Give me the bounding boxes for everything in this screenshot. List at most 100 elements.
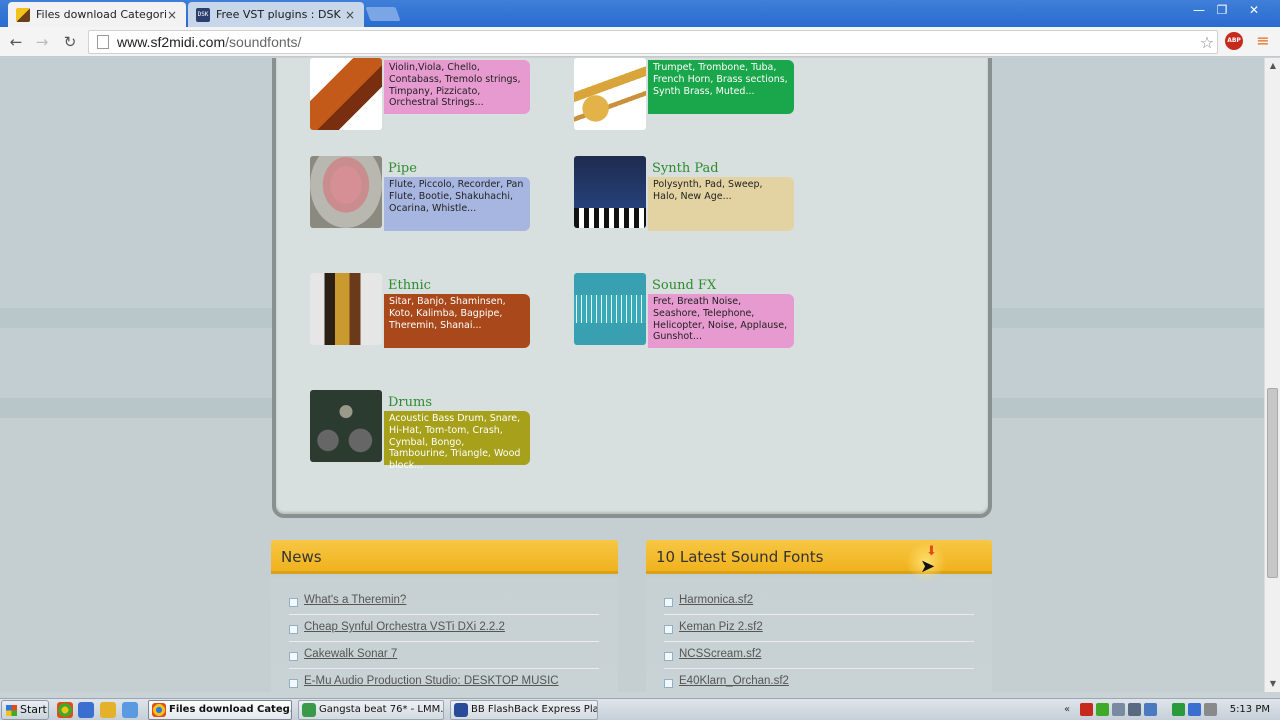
- tray-expand-icon[interactable]: «: [1064, 703, 1077, 716]
- soundfont-link[interactable]: NCSScream.sf2: [679, 648, 761, 660]
- chrome-icon: [152, 703, 166, 717]
- latest-soundfonts-list: Harmonica.sf2 Keman Piz 2.sf2 NCSScream.…: [646, 577, 992, 692]
- tray-app-icon[interactable]: [1144, 703, 1157, 716]
- taskbar: Start Files download Categ... Gangsta be…: [0, 698, 1280, 720]
- scrollbar-thumb[interactable]: [1267, 388, 1278, 578]
- tab-free-vst-plugins[interactable]: DSK Free VST plugins : DSK Music ×: [188, 2, 364, 27]
- news-link[interactable]: What's a Theremin?: [304, 594, 406, 606]
- url-path: /soundfonts/: [225, 34, 302, 50]
- category-description: Polysynth, Pad, Sweep, Halo, New Age...: [648, 177, 794, 231]
- task-chrome-files-download[interactable]: Files download Categ...: [148, 700, 292, 720]
- list-item: NCSScream.sf2: [664, 647, 974, 669]
- close-window-button[interactable]: ✕: [1243, 2, 1265, 18]
- cursor-arrow-icon: ➤: [920, 556, 936, 577]
- browser-menu-icon[interactable]: ≡: [1255, 33, 1271, 49]
- ie-quicklaunch-icon[interactable]: [122, 702, 138, 718]
- maximize-button[interactable]: ❐: [1211, 2, 1233, 18]
- volume-icon[interactable]: [1204, 703, 1217, 716]
- task-label: BB FlashBack Express Pla...: [471, 704, 598, 715]
- vertical-scrollbar[interactable]: ▲ ▼: [1264, 58, 1280, 692]
- bookmark-star-icon[interactable]: ☆: [1197, 33, 1217, 52]
- tray-app-icon[interactable]: [1080, 703, 1093, 716]
- taskbar-clock[interactable]: 5:13 PM: [1230, 700, 1270, 720]
- page-viewport: Violin,Viola, Chello, Contabass, Tremolo…: [0, 58, 1264, 692]
- trumpet-thumbnail[interactable]: [574, 58, 646, 130]
- scroll-down-arrow-icon[interactable]: ▼: [1265, 676, 1280, 692]
- bullet-icon: [289, 652, 298, 661]
- start-label: Start: [20, 703, 47, 716]
- category-name[interactable]: Ethnic: [388, 278, 431, 293]
- system-tray: « 5:13 PM: [1062, 700, 1280, 720]
- category-name[interactable]: Sound FX: [652, 278, 716, 293]
- tab-close-icon[interactable]: ×: [344, 8, 356, 22]
- bullet-icon: [664, 652, 673, 661]
- drum-kit-thumbnail[interactable]: [310, 390, 382, 462]
- tray-app-icon[interactable]: [1112, 703, 1125, 716]
- new-tab-button[interactable]: [365, 7, 401, 21]
- tray-app-icon[interactable]: [1128, 703, 1141, 716]
- soundfont-link[interactable]: Harmonica.sf2: [679, 594, 753, 606]
- news-link[interactable]: E-Mu Audio Production Studio: DESKTOP MU…: [304, 675, 559, 687]
- task-bb-flashback[interactable]: BB FlashBack Express Pla...: [450, 700, 598, 720]
- soundfont-link[interactable]: Keman Piz 2.sf2: [679, 621, 763, 633]
- tray-app-icon[interactable]: [1172, 703, 1185, 716]
- desktop-quicklaunch-icon[interactable]: [78, 702, 94, 718]
- back-arrow-icon[interactable]: ←: [6, 33, 26, 51]
- category-drums[interactable]: Drums Acoustic Bass Drum, Snare, Hi-Hat,…: [310, 390, 532, 471]
- windows-logo-icon: [6, 705, 17, 716]
- forward-arrow-icon[interactable]: →: [32, 33, 52, 51]
- bullet-icon: [289, 598, 298, 607]
- ethnic-musician-thumbnail[interactable]: [310, 273, 382, 345]
- chrome-quicklaunch-icon[interactable]: [57, 702, 73, 718]
- news-link[interactable]: Cheap Synful Orchestra VSTi DXi 2.2.2: [304, 621, 505, 633]
- reload-icon[interactable]: ↻: [60, 33, 80, 51]
- folder-quicklaunch-icon[interactable]: [100, 702, 116, 718]
- address-bar[interactable]: www.sf2midi.com/soundfonts/ ☆: [88, 30, 1218, 54]
- tab-files-download-categories[interactable]: Files download Categories ×: [8, 2, 186, 27]
- category-description: Sitar, Banjo, Shaminsen, Koto, Kalimba, …: [384, 294, 530, 348]
- category-pipe[interactable]: Pipe Flute, Piccolo, Recorder, Pan Flute…: [310, 156, 532, 231]
- mouse-cursor-highlight: ⬇ ➤: [906, 542, 946, 582]
- network-icon[interactable]: [1188, 703, 1201, 716]
- start-button[interactable]: Start: [1, 700, 49, 720]
- tray-app-icon[interactable]: [1096, 703, 1109, 716]
- title-bar: Files download Categories × DSK Free VST…: [0, 0, 1280, 27]
- news-header: News: [271, 540, 618, 574]
- bullet-icon: [664, 625, 673, 634]
- flute-thumbnail[interactable]: [310, 156, 382, 228]
- bullet-icon: [289, 625, 298, 634]
- lmms-icon: [302, 703, 316, 717]
- category-name[interactable]: Drums: [388, 395, 432, 410]
- url-host: www.sf2midi.com: [117, 34, 226, 50]
- categories-panel: Violin,Viola, Chello, Contabass, Tremolo…: [272, 58, 992, 518]
- list-item: E-Mu Audio Production Studio: DESKTOP MU…: [289, 674, 599, 692]
- task-lmms[interactable]: Gangsta beat 76* - LMM...: [298, 700, 444, 720]
- scroll-up-arrow-icon[interactable]: ▲: [1265, 58, 1280, 74]
- bullet-icon: [289, 679, 298, 688]
- category-synth-pad[interactable]: Synth Pad Polysynth, Pad, Sweep, Halo, N…: [574, 156, 796, 231]
- minimize-button[interactable]: —: [1188, 2, 1210, 18]
- list-item: Cakewalk Sonar 7: [289, 647, 599, 669]
- tab-label: Files download Categories: [36, 8, 166, 21]
- category-strings[interactable]: Violin,Viola, Chello, Contabass, Tremolo…: [310, 58, 532, 133]
- page-icon: [97, 35, 109, 49]
- list-item: E40Klarn_Orchan.sf2: [664, 674, 974, 692]
- category-name[interactable]: Synth Pad: [652, 161, 719, 176]
- tab-label: Free VST plugins : DSK Music: [216, 8, 344, 21]
- tab-close-icon[interactable]: ×: [166, 8, 178, 22]
- category-name[interactable]: Pipe: [388, 161, 417, 176]
- list-item: Harmonica.sf2: [664, 593, 974, 615]
- adblock-plus-icon[interactable]: ABP: [1225, 32, 1243, 50]
- category-ethnic[interactable]: Ethnic Sitar, Banjo, Shaminsen, Koto, Ka…: [310, 273, 532, 348]
- violin-thumbnail[interactable]: [310, 58, 382, 130]
- category-sound-fx[interactable]: Sound FX Fret, Breath Noise, Seashore, T…: [574, 273, 796, 348]
- synth-keyboard-thumbnail[interactable]: [574, 156, 646, 228]
- url-text[interactable]: www.sf2midi.com/soundfonts/: [117, 34, 301, 50]
- waveform-thumbnail[interactable]: [574, 273, 646, 345]
- category-description: Fret, Breath Noise, Seashore, Telephone,…: [648, 294, 794, 348]
- flashback-icon: [454, 703, 468, 717]
- dsk-favicon-icon: DSK: [196, 7, 210, 22]
- soundfont-link[interactable]: E40Klarn_Orchan.sf2: [679, 675, 789, 687]
- news-link[interactable]: Cakewalk Sonar 7: [304, 648, 397, 660]
- category-brass[interactable]: Trumpet, Trombone, Tuba, French Horn, Br…: [574, 58, 796, 133]
